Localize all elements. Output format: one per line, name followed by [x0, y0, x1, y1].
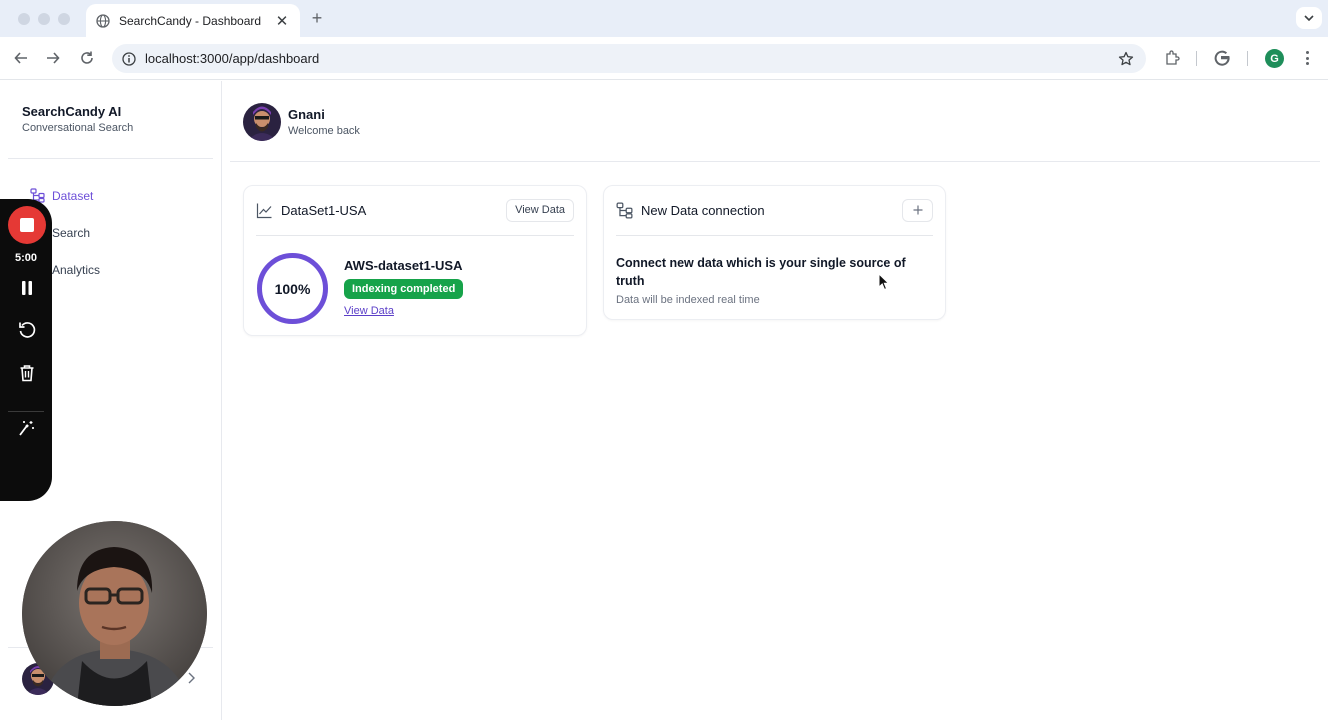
dataset-icon	[616, 202, 633, 219]
sidebar-item-label: Dataset	[52, 188, 94, 203]
divider	[256, 235, 574, 236]
brand-name: SearchCandy AI	[22, 104, 122, 119]
card-header: New Data connection	[616, 198, 933, 222]
effects-wand-icon[interactable]	[16, 417, 38, 439]
browser-tab[interactable]: SearchCandy - Dashboard ✕	[86, 4, 300, 37]
tab-title: SearchCandy - Dashboard	[119, 13, 262, 28]
card-header: DataSet1-USA View Data	[256, 198, 574, 222]
new-connection-card: New Data connection Connect new data whi…	[603, 185, 946, 320]
sidebar-item-dataset[interactable]: Dataset	[30, 188, 93, 203]
progress-ring: 100%	[256, 252, 329, 325]
browser-menu-icon[interactable]	[1300, 49, 1314, 67]
window-minimize-dot[interactable]	[38, 13, 50, 25]
screen-recorder-toolbar: 5:00	[0, 199, 52, 501]
browser-tab-strip: SearchCandy - Dashboard ✕ +	[0, 0, 1328, 37]
reload-icon[interactable]	[77, 48, 97, 68]
browser-toolbar: localhost:3000/app/dashboard G	[0, 37, 1328, 80]
pause-icon[interactable]	[16, 277, 38, 299]
sidebar-item-label: Search	[52, 225, 91, 240]
view-data-button[interactable]: View Data	[506, 198, 574, 222]
dataset-name: AWS-dataset1-USA	[344, 258, 463, 273]
tab-close-icon[interactable]: ✕	[274, 13, 290, 30]
main-content: Gnani Welcome back DataSet1-USA View Dat…	[222, 81, 1328, 720]
dataset-info: AWS-dataset1-USA Indexing completed View…	[344, 258, 464, 317]
divider	[8, 158, 213, 159]
welcome-text: Welcome back	[288, 125, 360, 137]
sidebar-item-label: Analytics	[52, 262, 101, 277]
stop-recording-button[interactable]	[8, 206, 46, 244]
site-info-icon[interactable]	[122, 51, 136, 66]
toolbar-separator	[1196, 51, 1197, 66]
window-zoom-dot[interactable]	[58, 13, 70, 25]
new-tab-icon[interactable]: +	[308, 9, 326, 27]
connection-card-title: New Data connection	[641, 202, 765, 218]
window-close-dot[interactable]	[18, 13, 30, 25]
tab-search-chevron-icon[interactable]	[1296, 7, 1322, 29]
dataset-card: DataSet1-USA View Data 100% AWS-dataset1…	[243, 185, 587, 336]
toolbar-separator	[1247, 51, 1248, 66]
address-bar[interactable]: localhost:3000/app/dashboard	[112, 44, 1146, 73]
url-text: localhost:3000/app/dashboard	[145, 51, 320, 66]
trash-icon[interactable]	[16, 362, 38, 384]
mouse-cursor-icon	[878, 272, 890, 291]
restart-icon[interactable]	[16, 319, 38, 341]
view-data-link[interactable]: View Data	[344, 305, 463, 317]
divider	[8, 411, 44, 412]
chevron-right-icon[interactable]	[186, 671, 198, 685]
back-arrow-icon[interactable]	[11, 48, 31, 68]
add-connection-button[interactable]	[902, 198, 933, 222]
chart-line-icon	[256, 202, 273, 219]
status-badge: Indexing completed	[344, 279, 464, 299]
divider	[230, 161, 1320, 162]
brand-subtitle: Conversational Search	[22, 122, 134, 134]
webcam-bubble[interactable]	[22, 521, 207, 706]
user-name: Gnani	[288, 107, 325, 122]
brand: SearchCandy AI Conversational Search	[22, 104, 133, 134]
plus-icon	[913, 205, 922, 215]
google-g-icon[interactable]	[1213, 49, 1231, 67]
globe-icon	[96, 13, 110, 28]
profile-avatar[interactable]: G	[1265, 49, 1284, 68]
recording-timer: 5:00	[14, 252, 38, 264]
connection-subtext: Data will be indexed real time	[616, 294, 760, 306]
progress-label: 100%	[274, 280, 311, 297]
avatar[interactable]	[243, 103, 281, 141]
extensions-puzzle-icon[interactable]	[1163, 49, 1181, 67]
forward-arrow-icon[interactable]	[43, 48, 63, 68]
bookmark-star-icon[interactable]	[1118, 51, 1134, 67]
user-header: Gnani Welcome back	[243, 103, 360, 141]
dataset-card-title: DataSet1-USA	[281, 202, 367, 218]
divider	[616, 235, 933, 236]
